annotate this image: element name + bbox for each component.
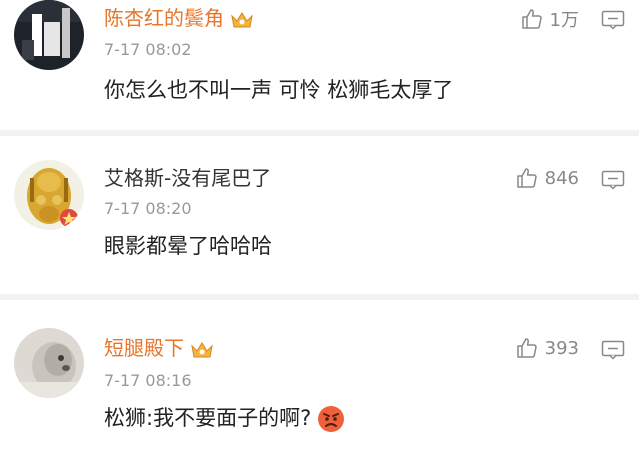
username[interactable]: 陈杏红的鬓角 (104, 6, 254, 30)
timestamp: 7-17 08:16 (104, 371, 192, 390)
like-count: 393 (544, 337, 579, 359)
comment-icon[interactable] (601, 170, 625, 190)
username-text[interactable]: 陈杏红的鬓角 (104, 6, 224, 30)
avatar[interactable] (14, 0, 84, 70)
like-button[interactable]: 846 (515, 166, 579, 190)
comment-text: 你怎么也不叫一声 可怜 松狮毛太厚了 (104, 78, 454, 102)
comment-list: 陈杏红的鬓角 7-17 08:02 你怎么也不叫一声 可怜 松狮毛太厚了 1万 (0, 0, 639, 452)
username[interactable]: 短腿殿下 (104, 336, 214, 360)
avatar[interactable] (14, 328, 84, 398)
comment-icon[interactable] (601, 10, 625, 30)
timestamp: 7-17 08:02 (104, 40, 192, 59)
avatar[interactable] (14, 160, 84, 230)
thumbs-up-icon (516, 338, 537, 358)
comment-text: 眼影都晕了哈哈哈 (104, 234, 272, 258)
angry-face-icon (317, 405, 345, 433)
like-button[interactable]: 1万 (520, 6, 579, 32)
like-count: 846 (544, 167, 579, 189)
crown-icon (230, 10, 254, 30)
thumbs-up-icon (516, 168, 537, 188)
like-button[interactable]: 393 (515, 336, 579, 360)
comment-item: 艾格斯-没有尾巴了 7-17 08:20 眼影都晕了哈哈哈 846 (0, 136, 639, 300)
comment-item: 短腿殿下 7-17 08:16 松狮:我不要面子的啊? 393 (0, 300, 639, 452)
comment-icon[interactable] (601, 340, 625, 360)
thumbs-up-icon (521, 9, 542, 29)
crown-icon (190, 340, 214, 360)
like-count: 1万 (549, 10, 579, 31)
comment-item: 陈杏红的鬓角 7-17 08:02 你怎么也不叫一声 可怜 松狮毛太厚了 1万 (0, 0, 639, 136)
comment-text: 松狮:我不要面子的啊? (104, 404, 345, 433)
timestamp: 7-17 08:20 (104, 199, 192, 218)
comment-text-body: 松狮:我不要面子的啊? (104, 406, 312, 430)
username[interactable]: 艾格斯-没有尾巴了 (104, 166, 271, 190)
username-text[interactable]: 短腿殿下 (104, 336, 184, 360)
